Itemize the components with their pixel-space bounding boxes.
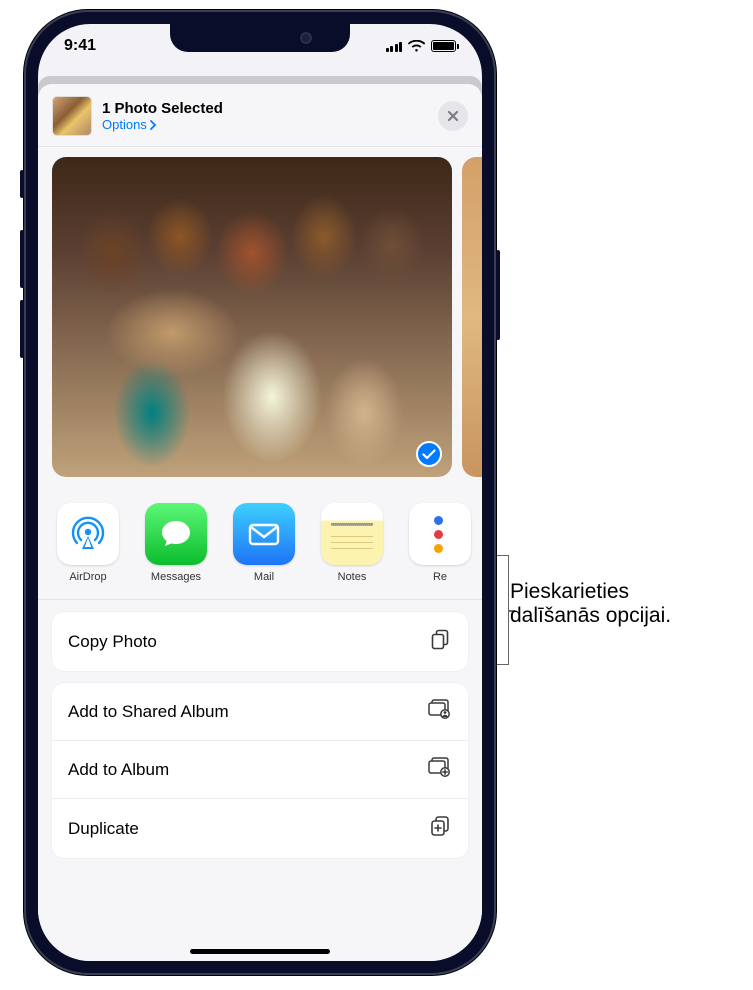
action-label: Add to Album [68, 760, 169, 780]
messages-icon [145, 503, 207, 565]
wifi-icon [408, 40, 425, 52]
share-app-notes[interactable]: Notes [308, 503, 396, 583]
callout-text: Pieskarieties dalīšanās opcijai. [510, 580, 671, 628]
share-app-mail[interactable]: Mail [220, 503, 308, 583]
share-app-messages[interactable]: Messages [132, 503, 220, 583]
cellular-signal-icon [386, 40, 403, 52]
share-app-airdrop[interactable]: AirDrop [44, 503, 132, 583]
app-label: Messages [132, 571, 220, 583]
app-label: Notes [308, 571, 396, 583]
add-album-icon [426, 756, 452, 783]
shared-album-icon [426, 698, 452, 725]
phone-frame: 9:41 1 Photo Selected Options [24, 10, 496, 975]
checkmark-icon [422, 449, 436, 460]
chevron-right-icon [150, 120, 157, 130]
mute-switch[interactable] [20, 170, 24, 198]
share-apps-row[interactable]: AirDrop Messages Mail Notes [38, 485, 482, 600]
status-time: 9:41 [64, 37, 96, 55]
callout-line: dalīšanās opcijai. [510, 604, 671, 628]
selected-checkmark-badge[interactable] [416, 441, 442, 467]
action-label: Add to Shared Album [68, 702, 229, 722]
action-add-album[interactable]: Add to Album [52, 740, 468, 798]
selected-photo[interactable] [52, 157, 452, 477]
reminders-icon [409, 503, 471, 565]
close-icon [447, 110, 459, 122]
notch [170, 24, 350, 52]
duplicate-icon [428, 814, 452, 843]
share-sheet: 1 Photo Selected Options [38, 84, 482, 961]
app-label: AirDrop [44, 571, 132, 583]
callout-bracket [497, 555, 509, 665]
app-label: Mail [220, 571, 308, 583]
share-app-reminders[interactable]: Re [396, 503, 482, 583]
action-label: Copy Photo [68, 632, 157, 652]
action-label: Duplicate [68, 819, 139, 839]
selection-thumbnail[interactable] [52, 96, 92, 136]
next-photo-peek[interactable] [462, 157, 482, 477]
mail-icon [233, 503, 295, 565]
photo-carousel[interactable] [38, 147, 482, 485]
volume-down-button[interactable] [20, 300, 24, 358]
power-button[interactable] [496, 250, 500, 340]
notes-icon [321, 503, 383, 565]
home-indicator[interactable] [190, 949, 330, 954]
options-link[interactable]: Options [102, 117, 438, 132]
callout-line: Pieskarieties [510, 580, 671, 604]
battery-icon [431, 40, 456, 52]
sheet-header: 1 Photo Selected Options [38, 84, 482, 147]
copy-icon [428, 627, 452, 656]
options-label: Options [102, 117, 147, 132]
action-copy-photo[interactable]: Copy Photo [52, 612, 468, 671]
airdrop-icon [57, 503, 119, 565]
actions-list: Copy Photo Add to Shared Album A [38, 600, 482, 858]
app-label: Re [396, 571, 482, 583]
action-duplicate[interactable]: Duplicate [52, 798, 468, 858]
sheet-title: 1 Photo Selected [102, 100, 438, 117]
close-button[interactable] [438, 101, 468, 131]
status-indicators [386, 40, 457, 52]
volume-up-button[interactable] [20, 230, 24, 288]
screen: 9:41 1 Photo Selected Options [38, 24, 482, 961]
action-add-shared-album[interactable]: Add to Shared Album [52, 683, 468, 740]
